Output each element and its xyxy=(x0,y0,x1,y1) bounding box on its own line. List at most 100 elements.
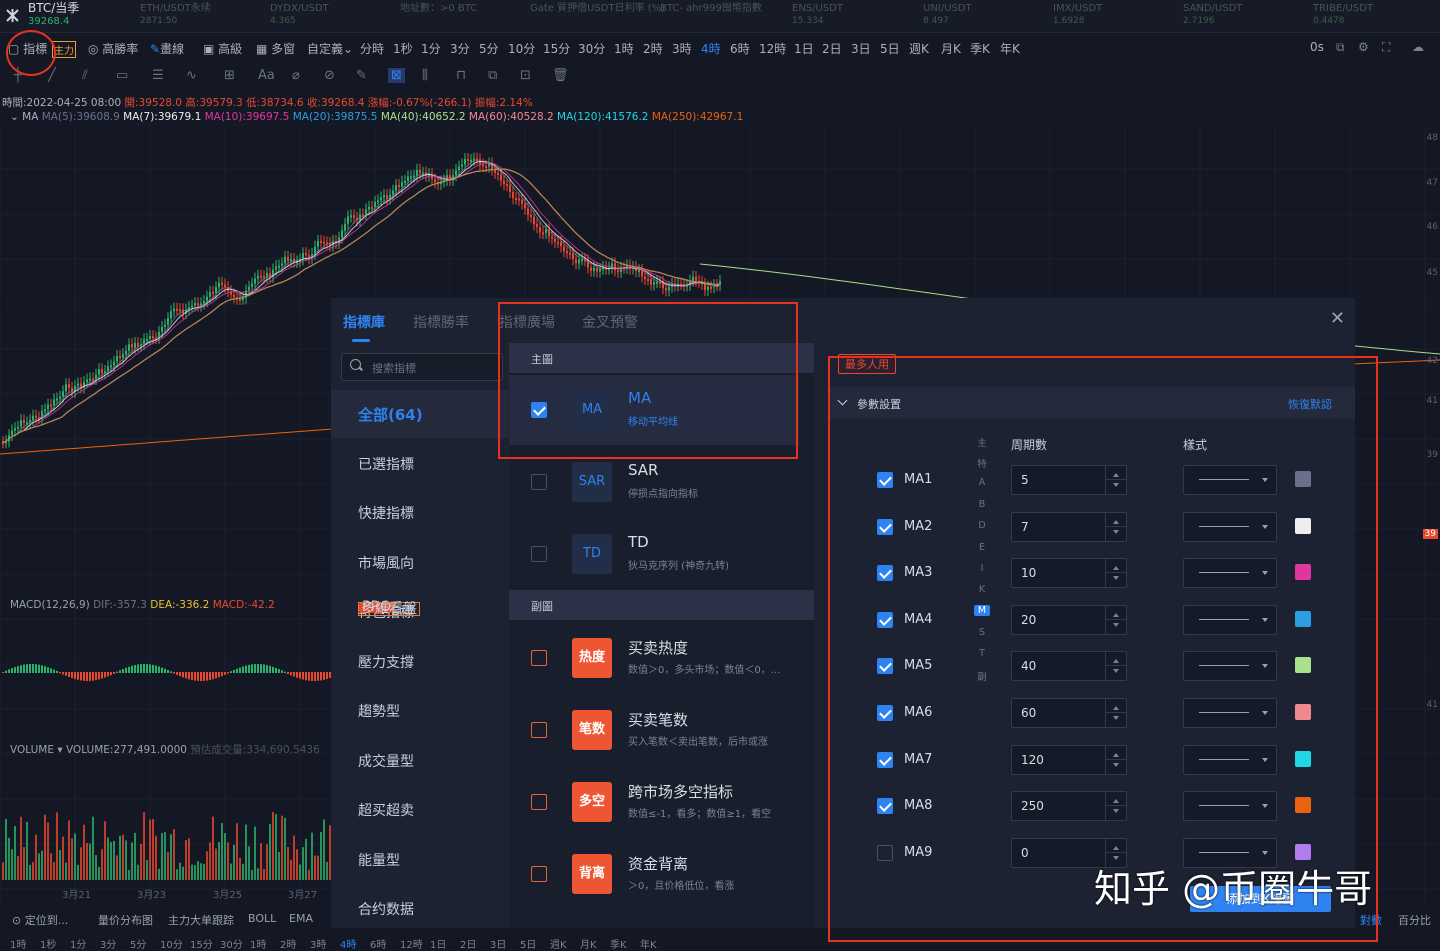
indicator-item[interactable]: 多空 跨市场多空指标 数值≤-1，看多；数值≥1，看空 xyxy=(509,767,799,837)
magnet-icon[interactable]: ⊠ xyxy=(388,68,405,83)
category-item[interactable]: 趨勢型 xyxy=(331,687,508,735)
volume-profile-button[interactable]: 量价分布图 xyxy=(98,912,153,928)
percent-scale-button[interactable]: 百分比 xyxy=(1398,912,1431,928)
bottom-timeframe-1時[interactable]: 1時 xyxy=(10,936,26,951)
category-item[interactable]: 快捷指標 xyxy=(331,489,508,537)
category-item[interactable]: 市場風向 xyxy=(331,539,508,587)
ticker-item[interactable]: Gate 質押借USDT日利率 (%) xyxy=(530,2,665,15)
copy-icon[interactable]: ⧉ xyxy=(488,68,497,83)
bottom-timeframe-1日[interactable]: 1日 xyxy=(430,936,446,951)
timeframe-1秒[interactable]: 1秒 xyxy=(393,40,413,57)
line-tool-icon[interactable]: ╱ xyxy=(48,68,56,83)
lock-icon[interactable]: ⊓ xyxy=(456,68,466,83)
bottom-timeframe-6時[interactable]: 6時 xyxy=(370,936,386,951)
bottom-timeframe-3時[interactable]: 3時 xyxy=(310,936,326,951)
category-item[interactable]: 全部(64) xyxy=(331,390,508,438)
timeframe-30分[interactable]: 30分 xyxy=(578,40,605,57)
high-win-button[interactable]: ◎ 高勝率 xyxy=(88,40,138,57)
ema-button[interactable]: EMA xyxy=(289,912,313,925)
bottom-timeframe-2日[interactable]: 2日 xyxy=(460,936,476,951)
search-input[interactable]: 搜索指標 xyxy=(341,353,503,381)
ma-toggle-icon[interactable]: ⌄ xyxy=(10,111,19,123)
bottom-timeframe-5日[interactable]: 5日 xyxy=(520,936,536,951)
bottom-timeframe-12時[interactable]: 12時 xyxy=(400,936,423,951)
category-item[interactable]: 合约数据 xyxy=(331,885,508,933)
trash-icon[interactable]: 🗑 xyxy=(552,68,569,83)
bottom-timeframe-3分[interactable]: 3分 xyxy=(100,936,116,951)
category-item[interactable]: 能量型 xyxy=(331,836,508,884)
category-item[interactable]: 已選指標 xyxy=(331,440,508,488)
timeframe-年K[interactable]: 年K xyxy=(1000,40,1020,57)
ticker-item[interactable]: BTC- ahr999囤幣指數 xyxy=(660,2,762,15)
ticker-item[interactable]: 地址數：>0 BTC xyxy=(400,2,477,15)
indicator-checkbox[interactable] xyxy=(531,866,547,882)
bottom-timeframe-2時[interactable]: 2時 xyxy=(280,936,296,951)
bottom-timeframe-1分[interactable]: 1分 xyxy=(70,936,86,951)
category-item[interactable]: 超买超卖 xyxy=(331,786,508,834)
bottom-timeframe-年K[interactable]: 年K xyxy=(640,936,657,951)
ticker-item[interactable]: SAND/USDT 2.7196 xyxy=(1183,2,1242,28)
timeframe-分時[interactable]: 分時 xyxy=(360,40,384,57)
ticker-item[interactable]: ENS/USDT 15.334 xyxy=(792,2,843,28)
timeframe-10分[interactable]: 10分 xyxy=(508,40,535,57)
wave-tool-icon[interactable]: ∿ xyxy=(186,68,197,83)
multi-window-button[interactable]: ▦ 多窗 xyxy=(256,40,295,57)
bottom-timeframe-3日[interactable]: 3日 xyxy=(490,936,506,951)
ticker-item[interactable]: DYDX/USDT 4.365 xyxy=(270,2,329,28)
indicator-item[interactable]: 热度 买卖热度 数值＞0，多头市场；数值＜0，... xyxy=(509,623,799,693)
pen-icon[interactable]: ✎ xyxy=(356,68,367,83)
timeframe-15分[interactable]: 15分 xyxy=(543,40,570,57)
fullscreen-icon[interactable]: ⛶ xyxy=(1382,40,1390,55)
timeframe-1日[interactable]: 1日 xyxy=(794,40,814,57)
indicator-checkbox[interactable] xyxy=(531,794,547,810)
indicator-item[interactable]: TD TD 狄马克序列 (神奇九转) xyxy=(509,519,799,589)
timeframe-4時[interactable]: 4時 xyxy=(701,40,721,57)
ticker-item[interactable]: UNI/USDT 8.497 xyxy=(923,2,972,28)
fib-tool-icon[interactable]: ☰ xyxy=(152,68,164,83)
timeframe-2時[interactable]: 2時 xyxy=(643,40,663,57)
indicator-checkbox[interactable] xyxy=(531,546,547,562)
measure-tool-icon[interactable]: ⊞ xyxy=(224,68,235,83)
indicator-item[interactable]: 笔数 买卖笔数 买入笔数＜卖出笔数，后市或涨 xyxy=(509,695,799,765)
ticker-item[interactable]: ETH/USDT永续 2871.50 xyxy=(140,2,211,28)
symbol-selector[interactable]: BTC/当季 39268.4 xyxy=(28,2,79,28)
main-force-track-button[interactable]: 主力大单跟踪 xyxy=(168,912,234,928)
indicator-checkbox[interactable] xyxy=(531,722,547,738)
timeframe-5分[interactable]: 5分 xyxy=(479,40,499,57)
timeframe-3日[interactable]: 3日 xyxy=(851,40,871,57)
bottom-timeframe-10分[interactable]: 10分 xyxy=(160,936,183,951)
settings-icon[interactable]: ⚙ xyxy=(1358,40,1369,54)
brush-icon[interactable]: ⌀ xyxy=(292,68,300,83)
indicator-checkbox[interactable] xyxy=(531,650,547,666)
multi-view-badge[interactable]: 多維看盤 xyxy=(358,602,420,616)
indicator-item[interactable]: 背离 资金背离 ＞0，且价格低位，看涨 xyxy=(509,839,799,909)
category-item[interactable]: 特色指標 PRO 多維看盤 xyxy=(331,588,508,636)
draw-line-button[interactable]: ✎畫線 xyxy=(150,40,184,57)
locate-button[interactable]: ⊙ 定位到... xyxy=(12,912,68,928)
timeframe-季K[interactable]: 季K xyxy=(970,40,990,57)
ticker-item[interactable]: TRIBE/USDT 0.4478 xyxy=(1313,2,1373,28)
timeframe-2日[interactable]: 2日 xyxy=(822,40,842,57)
timeframe-月K[interactable]: 月K xyxy=(941,40,961,57)
text-tool[interactable]: Aa xyxy=(258,68,275,83)
category-item[interactable]: 成交量型 xyxy=(331,737,508,785)
edit-icon[interactable]: ⊡ xyxy=(520,68,531,83)
advanced-button[interactable]: ▣ 高級 xyxy=(203,40,242,57)
bottom-timeframe-30分[interactable]: 30分 xyxy=(220,936,243,951)
screenshot-icon[interactable]: ⧉ xyxy=(1336,40,1345,55)
timeframe-6時[interactable]: 6時 xyxy=(730,40,750,57)
boll-button[interactable]: BOLL xyxy=(248,912,276,925)
category-item[interactable]: 壓力支撐 xyxy=(331,638,508,686)
bars-icon[interactable]: ⫼ xyxy=(422,68,428,83)
bottom-timeframe-15分[interactable]: 15分 xyxy=(190,936,213,951)
timeframe-5日[interactable]: 5日 xyxy=(880,40,900,57)
custom-button[interactable]: 自定義⌄ xyxy=(307,40,353,57)
timeframe-週K[interactable]: 週K xyxy=(909,40,929,57)
timeframe-3分[interactable]: 3分 xyxy=(450,40,470,57)
eraser-icon[interactable]: ⊘ xyxy=(324,68,335,83)
cloud-icon[interactable]: ☁ xyxy=(1412,40,1424,54)
volume-toggle-icon[interactable]: ▾ xyxy=(57,744,62,756)
tab-indicator-winrate[interactable]: 指標勝率 xyxy=(413,312,469,332)
bottom-timeframe-5分[interactable]: 5分 xyxy=(130,936,146,951)
timeframe-1分[interactable]: 1分 xyxy=(421,40,441,57)
